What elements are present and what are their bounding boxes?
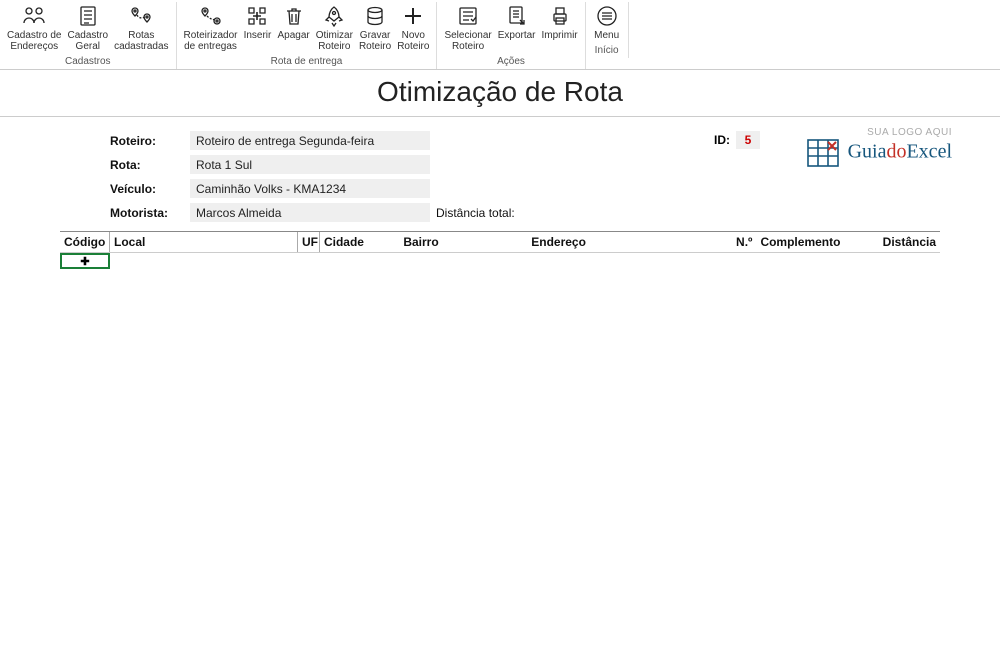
logo-part3: Excel — [906, 141, 952, 163]
printer-icon — [546, 4, 574, 28]
gravar-roteiro-button[interactable]: Gravar Roteiro — [356, 2, 394, 54]
id-block: ID: 5 — [714, 131, 760, 149]
inserir-button[interactable]: Inserir — [240, 2, 274, 43]
logo-part2: do — [886, 141, 906, 163]
cadastro-enderecos-button[interactable]: Cadastro de Endereços — [4, 2, 64, 54]
insert-row-icon — [243, 4, 271, 28]
logo-tagline: SUA LOGO AQUI — [806, 127, 952, 138]
selecionar-roteiro-button[interactable]: Selecionar Roteiro — [441, 2, 494, 54]
th-cidade: Cidade — [319, 232, 399, 252]
th-distancia: Distância — [879, 232, 940, 252]
roteiro-input[interactable] — [190, 131, 430, 151]
table-row: ✚ — [60, 253, 940, 271]
ribbon-group-acoes: Selecionar Roteiro Exportar Imprimir Açõ… — [437, 2, 585, 69]
apagar-button[interactable]: Apagar — [274, 2, 312, 43]
ribbon-group-title: Cadastros — [65, 56, 111, 67]
menu-button[interactable]: Menu — [590, 2, 624, 43]
rocket-icon — [320, 4, 348, 28]
plus-icon — [399, 4, 427, 28]
novo-roteiro-button[interactable]: Novo Roteiro — [394, 2, 432, 54]
veiculo-label: Veículo: — [110, 182, 190, 196]
active-cell[interactable]: ✚ — [60, 253, 110, 269]
route-pin-icon — [127, 4, 155, 28]
hamburger-menu-icon — [593, 4, 621, 28]
logo-part1: Guia — [848, 141, 887, 163]
ribbon-toolbar: Cadastro de Endereços Cadastro Geral Rot… — [0, 0, 1000, 70]
rota-label: Rota: — [110, 158, 190, 172]
distancia-total-label: Distância total: — [436, 206, 515, 220]
ribbon-group-inicio: Menu Início — [586, 2, 629, 58]
people-pin-icon — [20, 4, 48, 28]
cell-cursor-icon: ✚ — [80, 255, 89, 268]
id-value: 5 — [736, 131, 760, 149]
th-codigo: Código — [60, 232, 110, 252]
th-no: N.º — [724, 232, 757, 252]
motorista-label: Motorista: — [110, 206, 190, 220]
map-route-icon — [197, 4, 225, 28]
logo-grid-icon — [806, 138, 840, 171]
roteiro-label: Roteiro: — [110, 134, 190, 148]
th-complemento: Complemento — [756, 232, 878, 252]
export-icon — [503, 4, 531, 28]
table-header-row: Código Local UF Cidade Bairro Endereço N… — [60, 231, 940, 253]
select-list-icon — [454, 4, 482, 28]
document-icon — [74, 4, 102, 28]
th-endereco: Endereço — [527, 232, 723, 252]
database-icon — [361, 4, 389, 28]
th-local: Local — [110, 232, 297, 252]
ribbon-group-title: Ações — [497, 56, 525, 67]
veiculo-input[interactable] — [190, 179, 430, 199]
ribbon-group-title: Início — [595, 45, 619, 56]
trash-icon — [280, 4, 308, 28]
motorista-input[interactable] — [190, 203, 430, 223]
brand-logo: SUA LOGO AQUI GuiadoExcel — [806, 127, 952, 171]
th-uf: UF — [297, 232, 319, 252]
rotas-cadastradas-button[interactable]: Rotas cadastradas — [111, 2, 171, 54]
th-bairro: Bairro — [399, 232, 527, 252]
ribbon-group-rota: Roteirizador de entregas Inserir Apagar … — [177, 2, 438, 69]
roteirizador-button[interactable]: Roteirizador de entregas — [181, 2, 241, 54]
exportar-button[interactable]: Exportar — [495, 2, 539, 43]
form-area: ID: 5 SUA LOGO AQUI GuiadoExcel Roteiro:… — [60, 129, 940, 225]
ribbon-group-cadastros: Cadastro de Endereços Cadastro Geral Rot… — [0, 2, 177, 69]
imprimir-button[interactable]: Imprimir — [539, 2, 581, 43]
cadastro-geral-button[interactable]: Cadastro Geral — [64, 2, 111, 54]
id-label: ID: — [714, 133, 730, 147]
ribbon-group-title: Rota de entrega — [271, 56, 343, 67]
rota-input[interactable] — [190, 155, 430, 175]
page-title: Otimização de Rota — [0, 70, 1000, 117]
otimizar-roteiro-button[interactable]: Otimizar Roteiro — [313, 2, 356, 54]
